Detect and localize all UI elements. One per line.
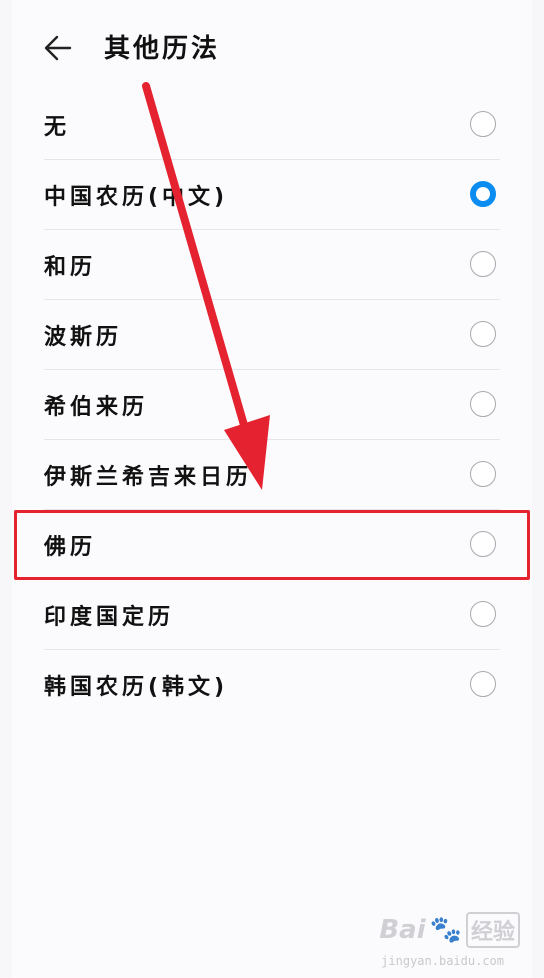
radio-button[interactable] bbox=[470, 531, 496, 557]
radio-button-selected[interactable] bbox=[470, 181, 496, 207]
radio-button[interactable] bbox=[470, 601, 496, 627]
radio-button[interactable] bbox=[470, 111, 496, 137]
app-header: 其他历法 bbox=[12, 0, 532, 90]
watermark-suffix: 经验 bbox=[465, 912, 520, 948]
option-label: 伊斯兰希吉来日历 bbox=[44, 465, 253, 490]
option-chinese-lunar[interactable]: 中国农历(中文) bbox=[12, 160, 532, 230]
option-korean-lunar[interactable]: 韩国农历(韩文) bbox=[12, 650, 532, 720]
option-indian-national[interactable]: 印度国定历 bbox=[12, 580, 532, 650]
radio-button[interactable] bbox=[470, 671, 496, 697]
page-title: 其他历法 bbox=[104, 34, 221, 64]
calendar-options-list: 无 中国农历(中文) 和历 波斯历 希伯来历 伊斯兰希吉来日历 佛历 印度国定历… bbox=[12, 90, 532, 720]
option-label: 印度国定历 bbox=[44, 605, 175, 630]
watermark-brand: Bai bbox=[379, 915, 426, 945]
option-buddhist[interactable]: 佛历 bbox=[12, 510, 532, 580]
radio-button[interactable] bbox=[470, 251, 496, 277]
radio-button[interactable] bbox=[470, 321, 496, 347]
option-label: 和历 bbox=[44, 255, 97, 280]
option-label: 中国农历(中文) bbox=[44, 185, 229, 210]
option-islamic-hijri[interactable]: 伊斯兰希吉来日历 bbox=[12, 440, 532, 510]
radio-button[interactable] bbox=[470, 391, 496, 417]
baidu-jingyan-watermark: Bai 🐾 经验 bbox=[379, 912, 520, 948]
paw-icon: 🐾 bbox=[429, 915, 462, 945]
back-arrow-icon bbox=[44, 35, 72, 61]
back-button[interactable] bbox=[40, 30, 76, 66]
option-label: 无 bbox=[44, 115, 71, 140]
option-persian[interactable]: 波斯历 bbox=[12, 300, 532, 370]
option-none[interactable]: 无 bbox=[12, 90, 532, 160]
option-hebrew[interactable]: 希伯来历 bbox=[12, 370, 532, 440]
settings-screen: 其他历法 无 中国农历(中文) 和历 波斯历 希伯来历 伊斯兰希吉来日历 佛历 … bbox=[12, 0, 532, 978]
radio-button[interactable] bbox=[470, 461, 496, 487]
option-label: 波斯历 bbox=[44, 325, 123, 350]
option-label: 希伯来历 bbox=[44, 395, 149, 420]
watermark-url: jingyan.baidu.com bbox=[381, 954, 504, 968]
option-label: 佛历 bbox=[44, 535, 97, 560]
option-japanese[interactable]: 和历 bbox=[12, 230, 532, 300]
option-label: 韩国农历(韩文) bbox=[44, 675, 229, 700]
